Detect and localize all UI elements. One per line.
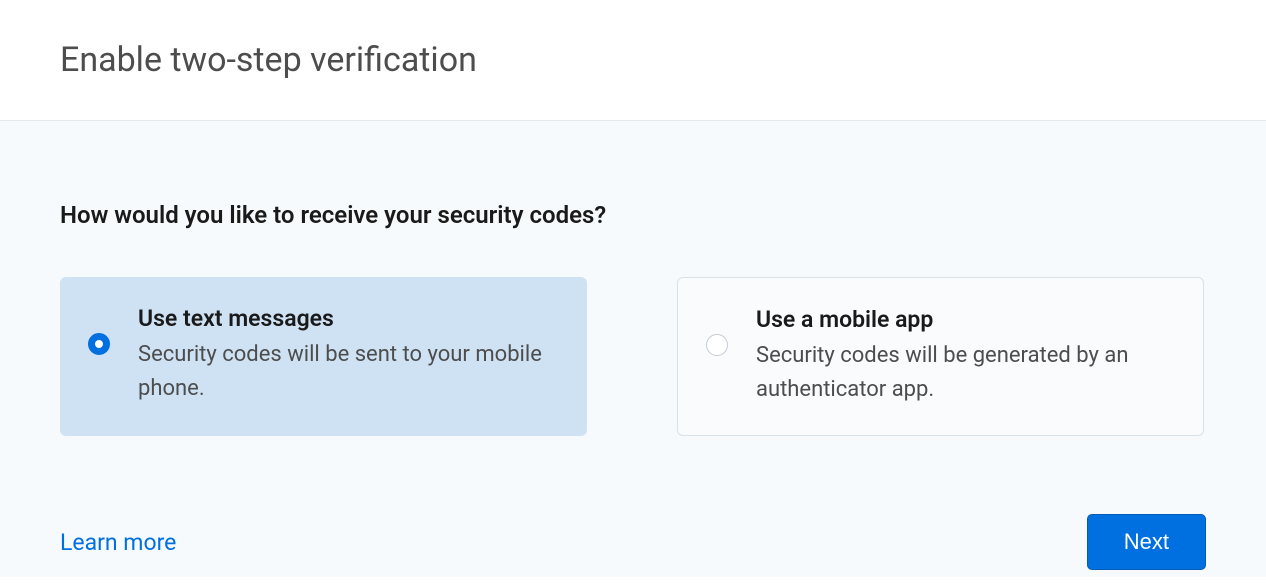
option-mobile-app[interactable]: Use a mobile app Security codes will be … (677, 277, 1204, 436)
header: Enable two-step verification (0, 0, 1266, 121)
radio-mobile-app[interactable] (706, 334, 728, 356)
content-area: How would you like to receive your secur… (0, 121, 1266, 577)
option-title-text-messages: Use text messages (138, 305, 557, 332)
security-codes-question: How would you like to receive your secur… (60, 201, 1206, 229)
next-button[interactable]: Next (1087, 514, 1206, 570)
options-container: Use text messages Security codes will be… (60, 277, 1206, 436)
option-desc-mobile-app: Security codes will be generated by an a… (756, 339, 1173, 407)
page-title: Enable two-step verification (60, 40, 1206, 80)
option-text-content: Use a mobile app Security codes will be … (756, 306, 1173, 407)
option-text-messages[interactable]: Use text messages Security codes will be… (60, 277, 587, 436)
option-title-mobile-app: Use a mobile app (756, 306, 1173, 333)
radio-text-messages[interactable] (88, 333, 110, 355)
learn-more-link[interactable]: Learn more (60, 529, 176, 556)
footer: Learn more Next (60, 514, 1206, 570)
option-text-content: Use text messages Security codes will be… (138, 305, 557, 406)
option-desc-text-messages: Security codes will be sent to your mobi… (138, 338, 557, 406)
